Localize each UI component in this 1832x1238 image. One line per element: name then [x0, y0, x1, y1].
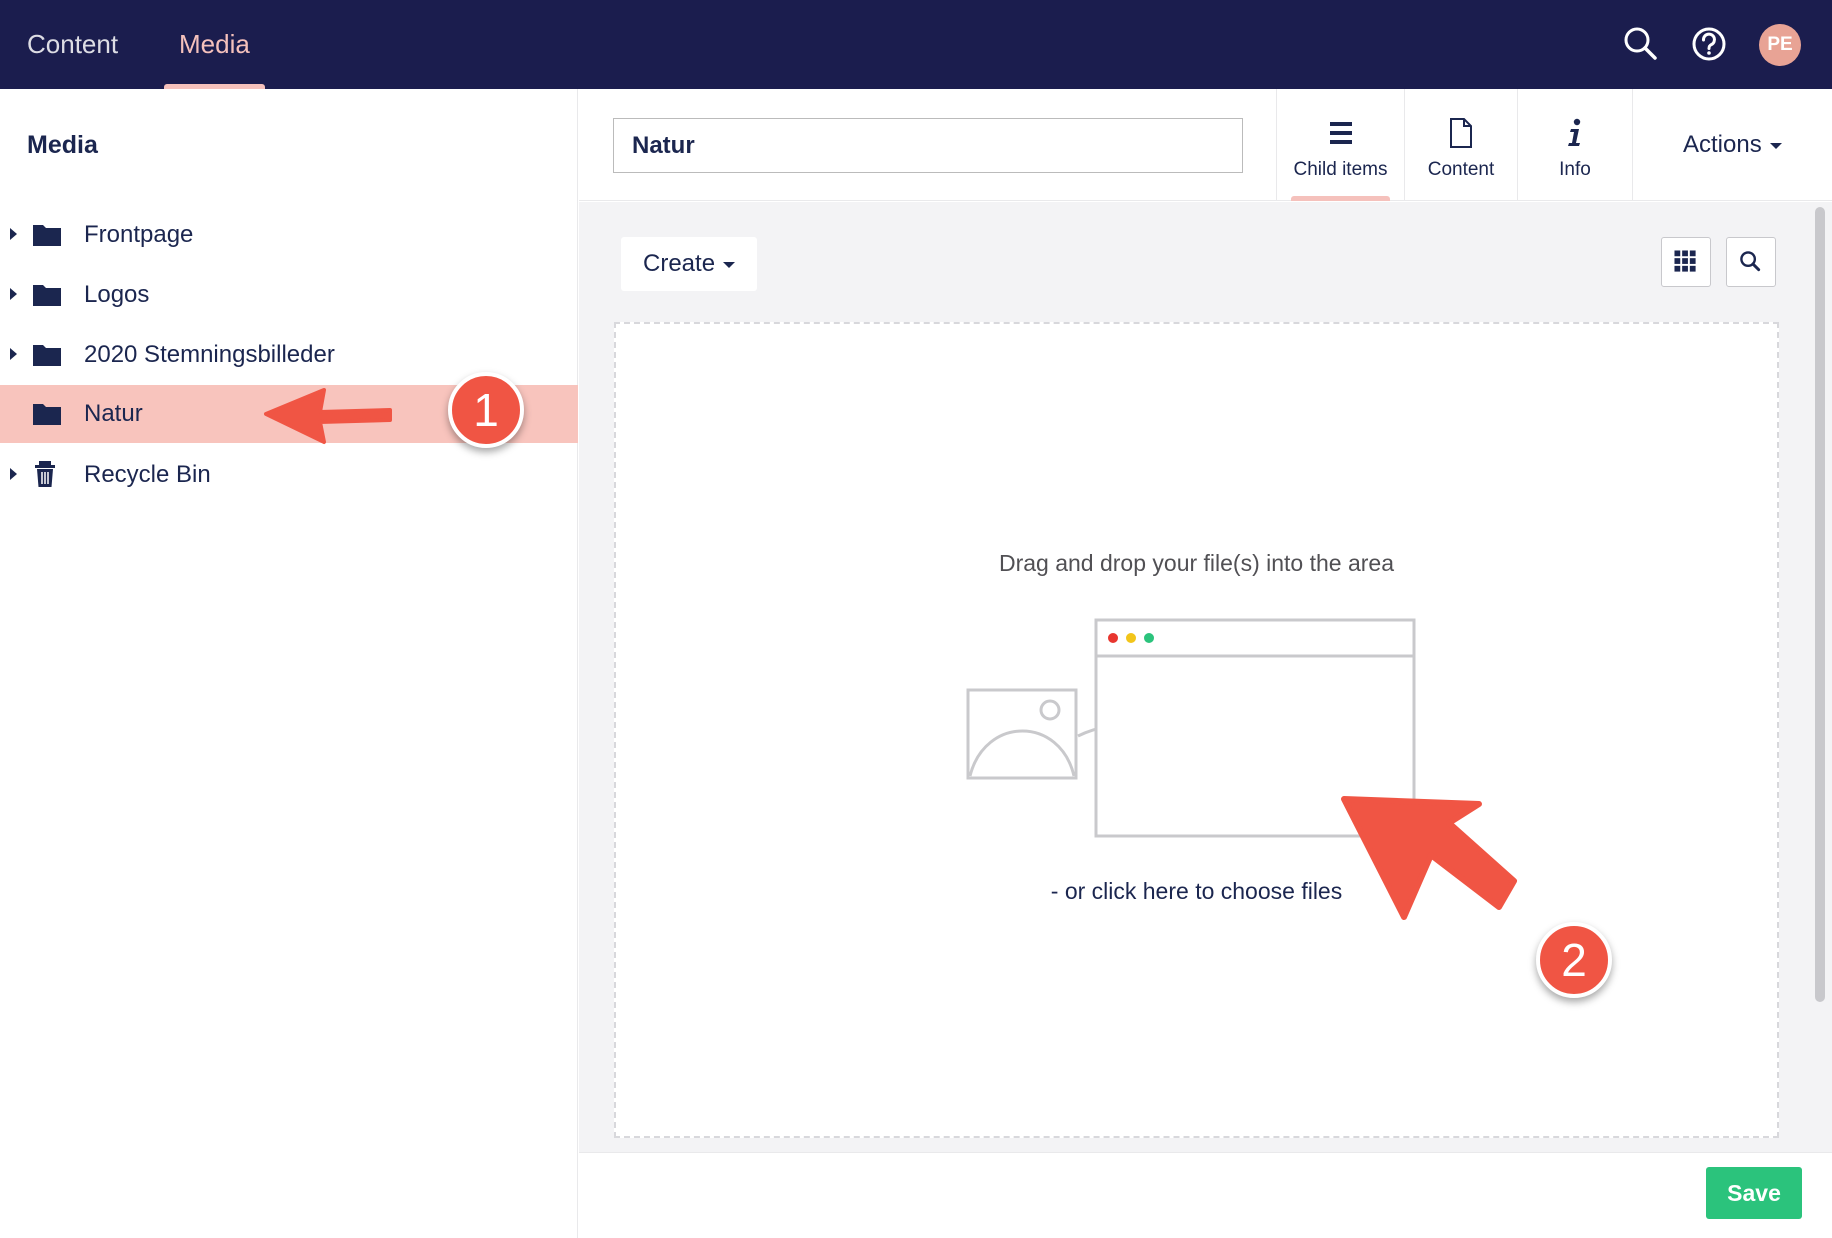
tree-item-label: Recycle Bin — [84, 461, 211, 488]
actions-button[interactable]: Actions — [1683, 89, 1782, 201]
tree-item-label: Logos — [84, 281, 150, 308]
folder-icon — [33, 285, 61, 306]
tab-divider — [1632, 89, 1633, 201]
sidebar-title: Media — [27, 131, 98, 159]
user-avatar[interactable]: PE — [1759, 24, 1801, 66]
expand-caret-icon[interactable] — [10, 228, 17, 240]
save-button[interactable]: Save — [1706, 1167, 1802, 1219]
search-icon[interactable] — [1622, 25, 1660, 63]
tab-info[interactable]: Info — [1517, 89, 1632, 201]
top-navigation-bar: Content Media PE — [0, 0, 1832, 89]
annotation-badge-2: 2 — [1536, 922, 1612, 998]
tree-item-recycle-bin[interactable]: Recycle Bin — [0, 446, 578, 504]
topnav-media[interactable]: Media — [164, 0, 265, 89]
create-button[interactable]: Create — [621, 237, 757, 291]
tab-content[interactable]: Content — [1404, 89, 1517, 201]
create-label: Create — [643, 250, 716, 277]
search-media-button[interactable] — [1726, 237, 1776, 287]
tree-item-logos[interactable]: Logos — [0, 266, 578, 324]
document-icon — [1450, 118, 1472, 148]
tab-label: Child items — [1293, 159, 1388, 180]
expand-caret-icon[interactable] — [10, 468, 17, 480]
folder-icon — [33, 225, 61, 246]
caret-down-icon — [723, 261, 736, 268]
vertical-scrollbar[interactable] — [1815, 207, 1825, 1002]
expand-caret-icon[interactable] — [10, 288, 17, 300]
help-icon[interactable] — [1690, 25, 1728, 63]
list-icon — [1329, 122, 1352, 144]
tree-item-label: Natur — [84, 400, 143, 427]
media-tree-sidebar: Media Frontpage Logos 2020 Stemningsbill… — [0, 89, 578, 1238]
expand-caret-icon[interactable] — [10, 348, 17, 360]
name-input[interactable] — [613, 118, 1243, 173]
annotation-badge-1: 1 — [448, 372, 524, 448]
tree-item-frontpage[interactable]: Frontpage — [0, 206, 578, 264]
folder-icon — [33, 345, 61, 366]
tree-item-label: Frontpage — [84, 221, 194, 248]
grid-icon — [1674, 250, 1696, 272]
file-dropzone[interactable]: Drag and drop your file(s) into the area… — [614, 322, 1779, 1138]
tab-label: Content — [1427, 159, 1495, 180]
annotation-arrow-left-icon — [264, 388, 392, 444]
info-icon — [1568, 118, 1581, 146]
dropzone-instructions: Drag and drop your file(s) into the area — [998, 550, 1395, 576]
annotation-arrow-diagonal-icon — [1341, 796, 1517, 920]
content-header: Child items Content Info Actions — [579, 89, 1832, 201]
choose-files-link[interactable]: - or click here to choose files — [616, 878, 1777, 905]
tab-label: Info — [1559, 159, 1591, 180]
footer-bar: Save — [579, 1152, 1832, 1238]
tree-item-label: 2020 Stemningsbilleder — [84, 341, 335, 368]
main-panel: Create Drag and drop your file(s) into t… — [579, 202, 1832, 1152]
trash-icon — [35, 461, 55, 487]
caret-down-icon — [1769, 142, 1782, 149]
actions-label: Actions — [1683, 131, 1762, 158]
folder-icon — [33, 404, 61, 425]
grid-view-button[interactable] — [1661, 237, 1711, 287]
topnav-content[interactable]: Content — [27, 0, 118, 89]
tab-child-items[interactable]: Child items — [1276, 89, 1404, 201]
search-icon — [1740, 251, 1761, 272]
